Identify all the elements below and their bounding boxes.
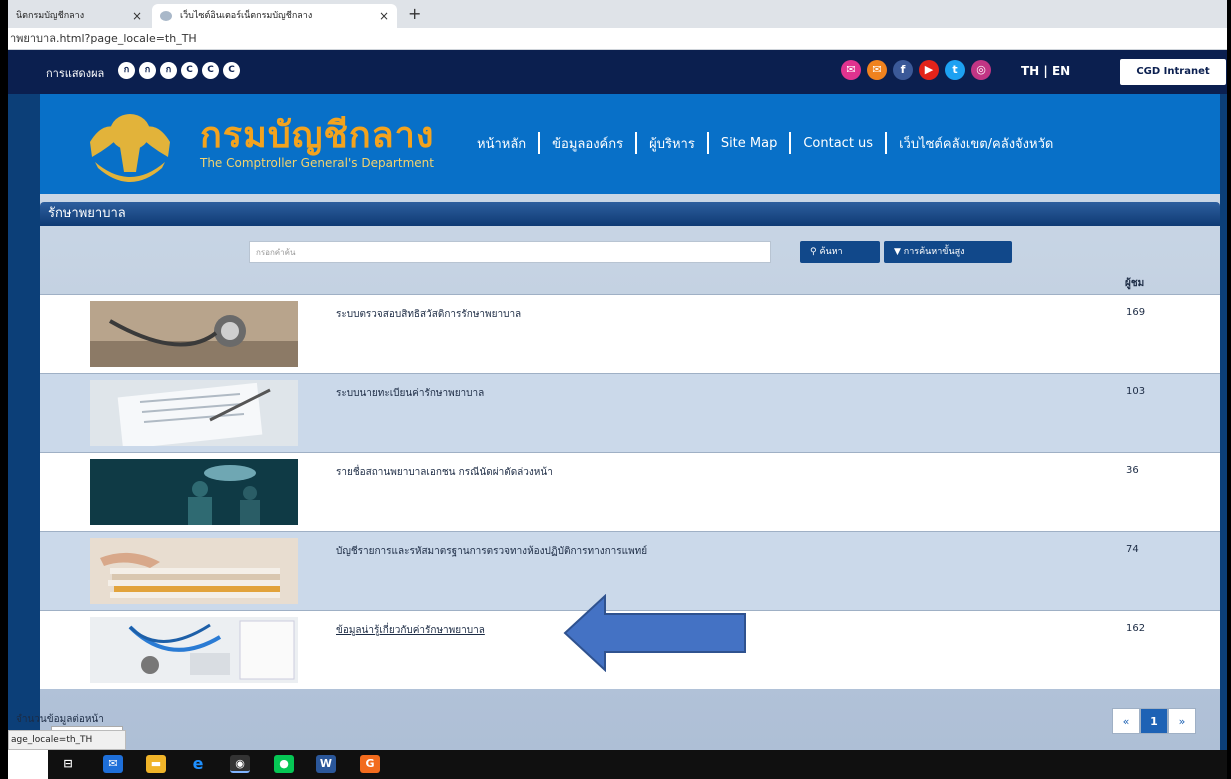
- envelope-icon[interactable]: ✉: [867, 60, 887, 80]
- item-views: 103: [1126, 386, 1146, 397]
- item-title[interactable]: ระบบตรวจสอบสิทธิสวัสดิการรักษาพยาบาล: [336, 307, 521, 322]
- taskbar: ⊟ ✉ ▬ e ◉ ● W G: [48, 750, 1227, 779]
- intranet-button[interactable]: CGD Intranet: [1120, 59, 1226, 85]
- line-icon[interactable]: ●: [274, 755, 294, 773]
- font-size-medium-button[interactable]: ก: [139, 62, 156, 79]
- nav-organization[interactable]: ข้อมูลองค์กร: [540, 133, 635, 154]
- site-header: กรมบัญชีกลาง The Comptroller General's D…: [40, 94, 1220, 194]
- item-views: 169: [1126, 307, 1146, 318]
- form-writing-thumbnail[interactable]: [90, 380, 298, 446]
- website: การแสดงผล ก ก ก C C C ✉ ✉ f ▶ t ◎ TH | E…: [8, 50, 1227, 750]
- language-switch[interactable]: TH | EN: [1021, 64, 1070, 78]
- file-explorer-icon[interactable]: ▬: [146, 755, 166, 773]
- youtube-icon[interactable]: ▶: [919, 60, 939, 80]
- item-title[interactable]: ข้อมูลน่ารู้เกี่ยวกับค่ารักษาพยาบาล: [336, 623, 485, 638]
- app-icon[interactable]: G: [360, 755, 380, 773]
- contrast-yellow-button[interactable]: C: [223, 62, 240, 79]
- item-views: 74: [1126, 544, 1139, 555]
- search-button-label: ค้นหา: [819, 247, 843, 257]
- page-1-button[interactable]: 1: [1140, 708, 1168, 734]
- task-view-icon[interactable]: ⊟: [58, 755, 78, 773]
- brand-name-thai[interactable]: กรมบัญชีกลาง: [200, 106, 434, 163]
- list-item[interactable]: รายชื่อสถานพยาบาลเอกชน กรณีนัดผ่าตัดล่วง…: [40, 452, 1220, 531]
- per-page-label: จำนวนข้อมูลต่อหน้า: [16, 714, 104, 725]
- font-size-small-button[interactable]: ก: [118, 62, 135, 79]
- section-title: รักษาพยาบาล: [40, 202, 1220, 226]
- annotation-arrow-icon: [563, 594, 746, 672]
- nav-sitemap[interactable]: Site Map: [709, 136, 790, 151]
- views-column-header: ผู้ชม: [1125, 278, 1145, 289]
- browser-tab-active[interactable]: เว็บไซต์อินเตอร์เน็ตกรมบัญชีกลาง ×: [152, 4, 397, 28]
- instagram-icon[interactable]: ◎: [971, 60, 991, 80]
- document-stack-thumbnail[interactable]: [90, 538, 298, 604]
- nav-contact[interactable]: Contact us: [791, 136, 885, 151]
- next-page-button[interactable]: »: [1168, 708, 1196, 734]
- search-button[interactable]: ⚲ ค้นหา: [800, 241, 880, 263]
- advanced-search-label: การค้นหาขั้นสูง: [903, 247, 965, 257]
- font-size-large-button[interactable]: ก: [160, 62, 177, 79]
- ie-icon[interactable]: e: [188, 755, 208, 773]
- mail-icon[interactable]: ✉: [841, 60, 861, 80]
- filter-icon: ▼: [894, 247, 904, 257]
- new-tab-button[interactable]: +: [408, 4, 421, 24]
- word-icon[interactable]: W: [316, 755, 336, 773]
- close-icon[interactable]: ×: [132, 4, 142, 28]
- item-title[interactable]: บัญชีรายการและรหัสมาตรฐานการตรวจทางห้องป…: [336, 544, 647, 559]
- nav-home[interactable]: หน้าหลัก: [465, 133, 538, 154]
- item-title[interactable]: รายชื่อสถานพยาบาลเอกชน กรณีนัดผ่าตัดล่วง…: [336, 465, 553, 480]
- main-navigation: หน้าหลัก ข้อมูลองค์กร ผู้บริหาร Site Map…: [465, 132, 1065, 154]
- tab-label: เว็บไซต์อินเตอร์เน็ตกรมบัญชีกลาง: [180, 11, 313, 21]
- item-title[interactable]: ระบบนายทะเบียนค่ารักษาพยาบาล: [336, 386, 484, 401]
- prev-page-button[interactable]: «: [1112, 708, 1140, 734]
- medical-desk-thumbnail[interactable]: [90, 617, 298, 683]
- nav-executives[interactable]: ผู้บริหาร: [637, 133, 707, 154]
- screen: นิตกรมบัญชีกลาง × เว็บไซต์อินเตอร์เน็ตกร…: [8, 0, 1227, 779]
- social-links: ✉ ✉ f ▶ t ◎: [841, 60, 991, 80]
- item-views: 36: [1126, 465, 1139, 476]
- close-icon[interactable]: ×: [379, 4, 389, 28]
- twitter-icon[interactable]: t: [945, 60, 965, 80]
- status-bar-url: age_locale=th_TH: [8, 730, 126, 750]
- browser-tabstrip: นิตกรมบัญชีกลาง × เว็บไซต์อินเตอร์เน็ตกร…: [8, 0, 1227, 28]
- search-input[interactable]: กรอกคำค้น: [249, 241, 771, 263]
- item-views: 162: [1126, 623, 1146, 634]
- display-size-label: การแสดงผล: [46, 67, 105, 80]
- nav-provincial-sites[interactable]: เว็บไซต์คลังเขต/คลังจังหวัด: [887, 133, 1065, 154]
- chrome-icon[interactable]: ◉: [230, 755, 250, 773]
- display-size-options: ก ก ก C C C: [118, 62, 240, 79]
- list-item[interactable]: ระบบตรวจสอบสิทธิสวัสดิการรักษาพยาบาล 169: [40, 294, 1220, 373]
- tab-label: นิตกรมบัญชีกลาง: [16, 11, 85, 21]
- pagination: « 1 »: [1112, 708, 1196, 734]
- stethoscope-thumbnail[interactable]: [90, 301, 298, 367]
- contrast-normal-button[interactable]: C: [181, 62, 198, 79]
- utility-bar: การแสดงผล ก ก ก C C C ✉ ✉ f ▶ t ◎ TH | E…: [8, 50, 1227, 94]
- browser-tab[interactable]: นิตกรมบัญชีกลาง ×: [8, 4, 150, 28]
- list-item[interactable]: ระบบนายทะเบียนค่ารักษาพยาบาล 103: [40, 373, 1220, 452]
- contrast-dark-button[interactable]: C: [202, 62, 219, 79]
- address-bar[interactable]: าพยาบาล.html?page_locale=th_TH: [8, 28, 1227, 50]
- operating-room-thumbnail[interactable]: [90, 459, 298, 525]
- facebook-icon[interactable]: f: [893, 60, 913, 80]
- garuda-logo-icon[interactable]: [80, 102, 180, 188]
- mail-app-icon[interactable]: ✉: [103, 755, 123, 773]
- brand-name-english: The Comptroller General's Department: [200, 156, 434, 170]
- advanced-search-button[interactable]: ▼ การค้นหาขั้นสูง: [884, 241, 1012, 263]
- favicon-icon: [160, 11, 172, 21]
